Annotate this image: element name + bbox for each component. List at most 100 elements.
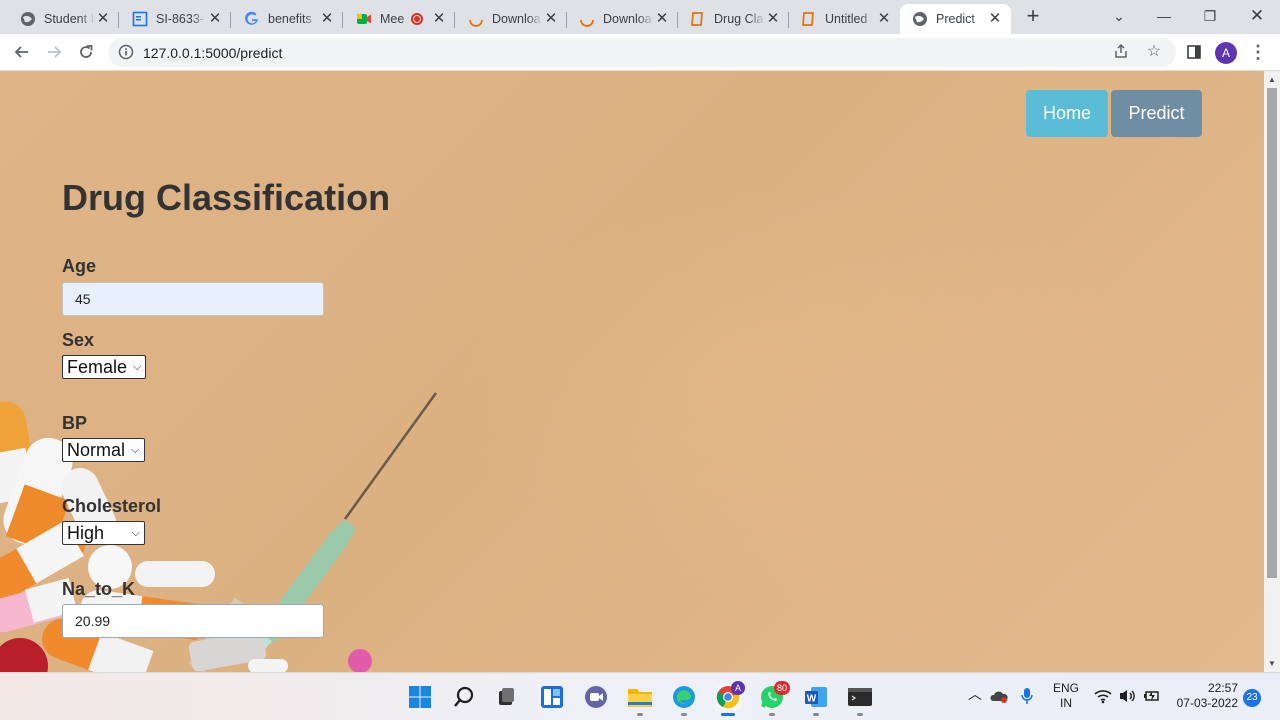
onedrive-icon[interactable] — [990, 689, 1008, 707]
back-button[interactable] — [10, 40, 34, 64]
battery-charging-icon[interactable] — [1143, 688, 1161, 708]
bp-selected-value: Normal — [67, 439, 126, 460]
close-icon[interactable]: ✕ — [207, 11, 223, 27]
tab-benefits[interactable]: benefits ✕ — [232, 4, 343, 34]
browser-toolbar: 127.0.0.1:5000/predict ☆ A ⋮ — [0, 34, 1280, 71]
chevron-down-icon: ⌵ — [133, 360, 142, 373]
bp-select[interactable]: Normal ⌵ — [62, 438, 145, 462]
cholesterol-select[interactable]: High ⌵ — [62, 521, 145, 545]
notification-count-badge[interactable]: 23 — [1243, 689, 1261, 707]
microphone-icon[interactable] — [1020, 687, 1034, 709]
whatsapp-unread-badge: 80 — [774, 681, 791, 695]
show-hidden-icons-chevron-icon[interactable]: ︿ — [968, 687, 982, 702]
na-to-k-label: Na_to_K — [62, 579, 136, 599]
tab-title: SI-8633- — [156, 12, 204, 26]
language-code: ENG — [1052, 681, 1079, 695]
tab-title: Downloa — [492, 12, 541, 26]
info-icon[interactable] — [118, 44, 134, 60]
chevron-down-icon: ⌵ — [131, 526, 140, 539]
google-icon — [244, 11, 260, 27]
tab-search-button[interactable]: ⌄ — [1096, 0, 1142, 34]
bookmark-star-icon[interactable]: ☆ — [1145, 43, 1163, 61]
url-text[interactable]: 127.0.0.1:5000/predict — [143, 45, 282, 61]
clock[interactable]: 22:57 07-03-2022 — [1170, 681, 1238, 711]
tab-si[interactable]: SI-8633- ✕ — [120, 4, 231, 34]
book-icon — [690, 11, 706, 27]
tab-strip: Student I ✕ SI-8633- ✕ benefits ✕ Mee ✕ … — [0, 0, 1280, 34]
sex-label: Sex — [62, 330, 95, 350]
close-icon[interactable]: ✕ — [876, 11, 892, 27]
close-icon[interactable]: ✕ — [431, 11, 447, 27]
tab-predict[interactable]: Predict ✕ — [900, 4, 1011, 34]
address-bar[interactable]: 127.0.0.1:5000/predict ☆ — [108, 38, 1176, 67]
tab-download-2[interactable]: Downloa ✕ — [567, 4, 678, 34]
page-scrollbar[interactable]: ▲ ▼ — [1264, 71, 1280, 672]
loading-icon — [579, 11, 595, 27]
age-input[interactable] — [62, 282, 324, 316]
forward-button[interactable] — [42, 40, 66, 64]
tab-untitled[interactable]: Untitled ✕ — [789, 4, 900, 34]
window-close-button[interactable]: ✕ — [1234, 0, 1280, 34]
clock-time: 22:57 — [1207, 681, 1238, 695]
tab-meet[interactable]: Mee ✕ — [344, 4, 455, 34]
tab-title: Student I — [44, 12, 95, 26]
profile-avatar[interactable]: A — [1215, 42, 1237, 64]
svg-text:W: W — [807, 694, 817, 705]
close-icon[interactable]: ✕ — [319, 11, 335, 27]
tab-title: benefits — [268, 12, 312, 26]
loading-icon — [468, 11, 484, 27]
scroll-up-arrow[interactable]: ▲ — [1264, 73, 1280, 87]
restore-button[interactable]: ❐ — [1187, 0, 1233, 34]
close-icon[interactable]: ✕ — [654, 11, 670, 27]
scrollbar-thumb[interactable] — [1267, 88, 1277, 578]
scroll-down-arrow[interactable]: ▼ — [1264, 657, 1280, 671]
word-icon[interactable]: W — [802, 683, 830, 711]
task-view-icon[interactable] — [492, 683, 520, 711]
terminal-icon[interactable] — [846, 683, 874, 711]
menu-kebab-icon[interactable]: ⋮ — [1246, 40, 1270, 64]
share-icon[interactable] — [1112, 43, 1130, 61]
language-indicator[interactable]: ENG IN — [1050, 681, 1082, 711]
cholesterol-label: Cholesterol — [62, 496, 162, 516]
tab-title: Untitled — [825, 12, 868, 26]
close-icon[interactable]: ✕ — [987, 11, 1003, 27]
tab-student[interactable]: Student I ✕ — [8, 4, 119, 34]
chrome-profile-badge: A — [731, 681, 745, 695]
globe-icon — [20, 11, 36, 27]
book-icon — [801, 11, 817, 27]
volume-icon[interactable] — [1118, 688, 1136, 708]
page-viewport: Home Predict Drug Classification Age Sex… — [0, 71, 1264, 672]
close-icon[interactable]: ✕ — [95, 11, 111, 27]
reload-button[interactable] — [74, 40, 98, 64]
tab-title: Drug Cla — [714, 12, 764, 26]
wifi-icon[interactable] — [1094, 688, 1112, 708]
cholesterol-selected-value: High — [67, 522, 105, 543]
sex-select[interactable]: Female ⌵ — [62, 355, 146, 379]
windows-start-icon[interactable] — [406, 683, 434, 711]
tab-title: Mee — [380, 12, 405, 26]
recording-icon — [411, 13, 423, 25]
file-explorer-icon[interactable] — [626, 683, 654, 711]
doc-icon — [132, 11, 148, 27]
side-panel-icon[interactable] — [1182, 40, 1206, 64]
home-nav-button[interactable]: Home — [1026, 90, 1108, 137]
chevron-down-icon: ⌵ — [131, 443, 140, 456]
close-icon[interactable]: ✕ — [543, 11, 559, 27]
new-tab-button[interactable]: + — [1022, 5, 1044, 28]
edge-icon[interactable] — [670, 683, 698, 711]
predict-nav-button[interactable]: Predict — [1111, 90, 1202, 137]
search-icon[interactable] — [450, 683, 478, 711]
teams-chat-icon[interactable] — [582, 683, 610, 711]
age-label: Age — [62, 256, 97, 276]
globe-icon — [912, 11, 928, 27]
bp-label: BP — [62, 413, 88, 433]
close-icon[interactable]: ✕ — [765, 11, 781, 27]
tab-title: Predict — [936, 12, 975, 26]
minimize-button[interactable]: — — [1141, 0, 1187, 34]
tab-download-1[interactable]: Downloa ✕ — [456, 4, 567, 34]
na-to-k-input[interactable] — [62, 604, 324, 638]
region-code: IN — [1060, 696, 1072, 710]
widgets-icon[interactable] — [538, 683, 566, 711]
page-title: Drug Classification — [62, 177, 391, 218]
tab-drug-cla[interactable]: Drug Cla ✕ — [678, 4, 789, 34]
